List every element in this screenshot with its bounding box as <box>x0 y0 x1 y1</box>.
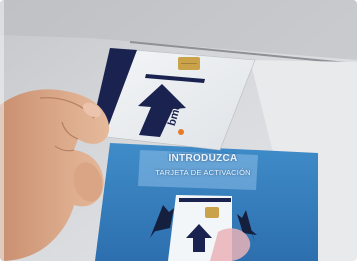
photo-frame: bmo INTRODUZCA TARJETA DE ACTIVACIÓN <box>0 0 357 261</box>
brand-mark-icon <box>178 129 184 135</box>
left-edge <box>0 0 4 261</box>
card-chip-icon <box>205 207 219 218</box>
panel-instruction-subtitle: TARJETA DE ACTIVACIÓN <box>155 168 251 177</box>
card-insertion-photo <box>0 0 357 261</box>
panel-instruction-title: INTRODUZCA <box>168 153 238 164</box>
